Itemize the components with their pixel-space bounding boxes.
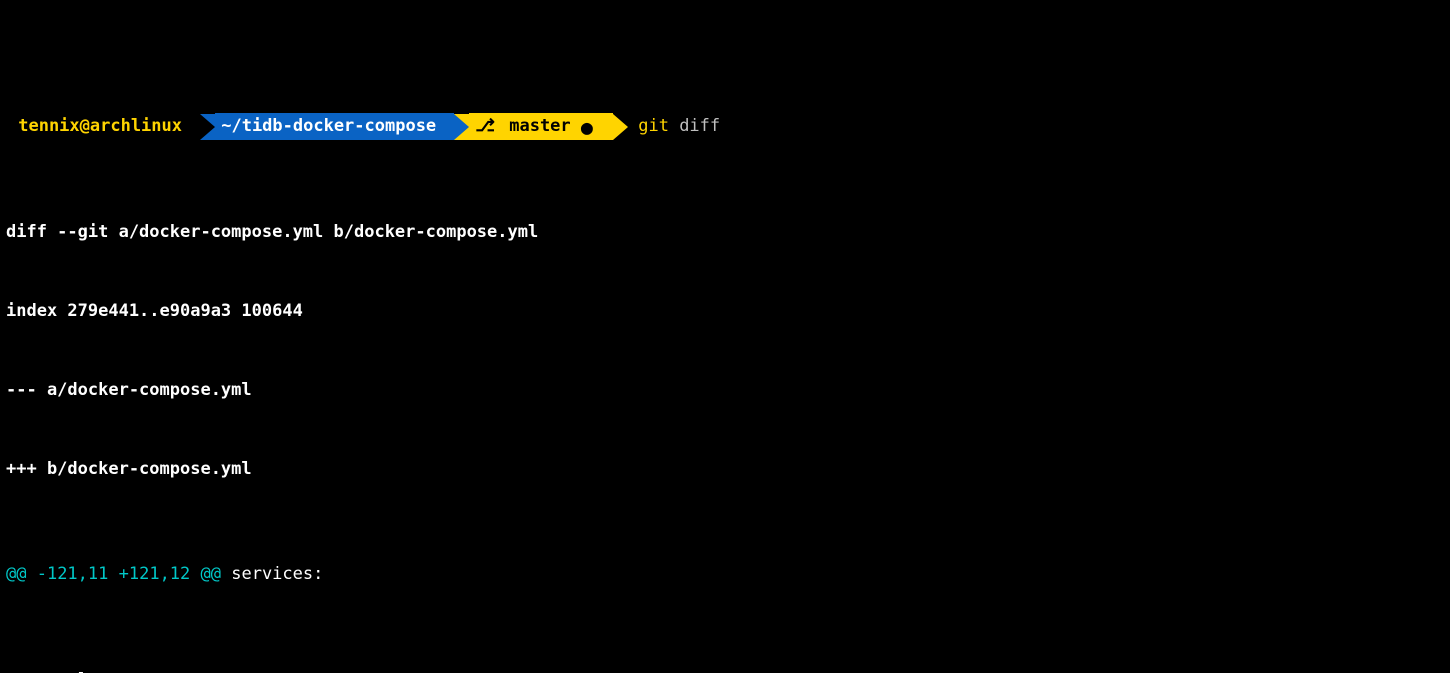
diff-context-line: volumes: bbox=[6, 667, 1444, 673]
prompt-user: tennix@archlinux bbox=[6, 113, 200, 139]
diff-index: index 279e441..e90a9a3 100644 bbox=[6, 298, 1444, 324]
prompt-path: ~/tidb-docker-compose bbox=[215, 113, 454, 139]
diff-file-b: +++ b/docker-compose.yml bbox=[6, 456, 1444, 482]
arrow-icon bbox=[613, 114, 628, 140]
prompt-line-1: tennix@archlinux ~/tidb-docker-compose ⎇… bbox=[6, 113, 1444, 139]
diff-hunk-header: @@ -121,11 +121,12 @@ services: bbox=[6, 561, 1444, 587]
git-branch-icon: ⎇ bbox=[475, 113, 499, 139]
branch-name: master bbox=[499, 113, 581, 139]
prompt-branch: ⎇ master ● bbox=[469, 113, 613, 139]
arrow-icon bbox=[200, 114, 215, 140]
diff-file-a: --- a/docker-compose.yml bbox=[6, 377, 1444, 403]
command-text: git diff bbox=[628, 113, 720, 139]
diff-header: diff --git a/docker-compose.yml b/docker… bbox=[6, 219, 1444, 245]
terminal-output[interactable]: tennix@archlinux ~/tidb-docker-compose ⎇… bbox=[0, 0, 1450, 673]
arrow-icon bbox=[454, 114, 469, 140]
